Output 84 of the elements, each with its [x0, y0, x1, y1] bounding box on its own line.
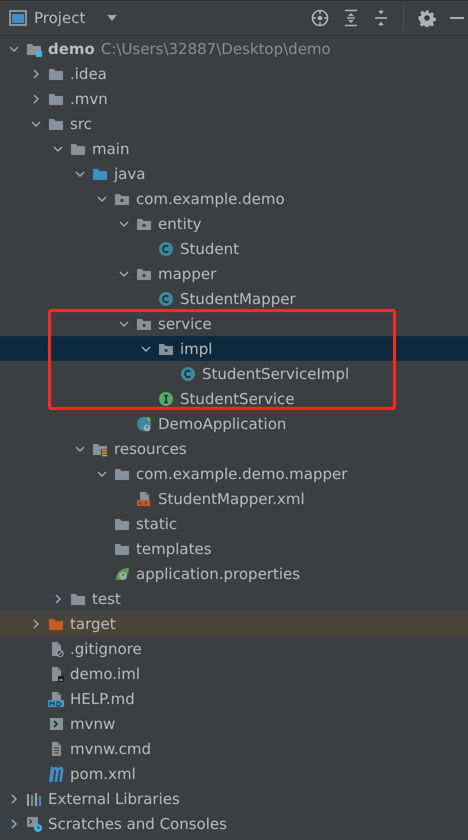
tree-row[interactable]: src: [0, 111, 468, 136]
item-label: static: [136, 514, 178, 532]
item-label: mapper: [158, 264, 216, 282]
window-icon: [9, 9, 27, 27]
tree-row[interactable]: DemoApplication: [0, 411, 468, 436]
expand-all-icon[interactable]: [343, 9, 359, 27]
item-label: DemoApplication: [158, 414, 286, 432]
tree-row[interactable]: static: [0, 511, 468, 536]
item-label: StudentServiceImpl: [202, 364, 350, 382]
item-label: service: [158, 314, 212, 332]
item-label: Student: [180, 240, 240, 258]
class-icon: [136, 416, 152, 432]
item-label: com.example.demo.mapper: [136, 464, 348, 482]
path-text: C:\Users\32887\Desktop\demo: [100, 40, 331, 58]
item-label: HELP.md: [70, 690, 135, 708]
class-icon: [180, 366, 196, 382]
tree-row[interactable]: service: [0, 311, 468, 336]
item-label: StudentMapper: [180, 290, 296, 308]
item-label: templates: [136, 540, 212, 558]
scratches-icon: [26, 816, 42, 832]
item-label: pom.xml: [70, 764, 136, 782]
item-label: External Libraries: [48, 790, 180, 808]
item-label: mvnw: [70, 714, 116, 732]
crosshair-icon[interactable]: [311, 9, 329, 27]
terminal-icon: [48, 716, 64, 732]
tree-row[interactable]: StudentMapper: [0, 286, 468, 311]
item-label: demo: [48, 40, 95, 58]
item-label: src: [70, 114, 92, 132]
item-label: target: [70, 614, 116, 632]
item-label: .gitignore: [70, 640, 142, 658]
interface-icon: [158, 390, 174, 406]
settings-icon[interactable]: [418, 9, 436, 27]
tree-row[interactable]: application.properties: [0, 561, 468, 586]
collapse-all-icon[interactable]: [373, 9, 389, 27]
item-label: Scratches and Consoles: [48, 814, 227, 832]
tree-row[interactable]: demo.iml: [0, 661, 468, 686]
tree-row[interactable]: com.example.demo: [0, 186, 468, 211]
class-icon: [158, 290, 174, 306]
tree-row[interactable]: test: [0, 586, 468, 611]
libraries-icon: [26, 790, 42, 806]
xml-file-icon: [136, 490, 152, 506]
tree-row[interactable]: mapper: [0, 261, 468, 286]
item-label: .mvn: [70, 90, 108, 108]
item-label: demo.iml: [70, 664, 140, 682]
item-label: StudentService: [180, 390, 294, 408]
tree-row[interactable]: mvnw.cmd: [0, 736, 468, 761]
leaf-icon: [114, 566, 130, 582]
markdown-file-icon: [48, 690, 64, 706]
tree-row[interactable]: .gitignore: [0, 636, 468, 661]
panel-title[interactable]: Project: [34, 9, 86, 27]
tree-row[interactable]: StudentService: [0, 386, 468, 411]
tree-row[interactable]: entity: [0, 211, 468, 236]
tree-row[interactable]: mvnw: [0, 711, 468, 736]
tree-row[interactable]: HELP.md: [0, 686, 468, 711]
maven-icon: [48, 766, 64, 782]
dropdown-caret-icon[interactable]: [106, 14, 118, 22]
item-label: com.example.demo: [136, 190, 285, 208]
tree-row[interactable]: Student: [0, 236, 468, 261]
tree-row[interactable]: target: [0, 611, 468, 636]
tree-row[interactable]: StudentServiceImpl: [0, 361, 468, 386]
tree-row[interactable]: Scratches and Consoles: [0, 811, 468, 836]
tree-row[interactable]: External Libraries: [0, 786, 468, 811]
tree-row[interactable]: pom.xml: [0, 761, 468, 786]
item-label: mvnw.cmd: [70, 740, 152, 758]
tree-row[interactable]: resources: [0, 436, 468, 461]
tree-row[interactable]: .idea: [0, 61, 468, 86]
item-label: StudentMapper.xml: [158, 490, 305, 508]
item-label: .idea: [70, 64, 107, 82]
item-label: java: [114, 164, 146, 182]
tree-row[interactable]: main: [0, 136, 468, 161]
tree-row[interactable]: demo C:\Users\32887\Desktop\demo: [0, 36, 468, 61]
item-label: application.properties: [136, 564, 300, 582]
tree-row[interactable]: templates: [0, 536, 468, 561]
tree-row[interactable]: impl: [0, 336, 468, 361]
item-label: main: [92, 140, 130, 158]
item-label: resources: [114, 440, 187, 458]
tree-row[interactable]: .mvn: [0, 86, 468, 111]
tree-row[interactable]: com.example.demo.mapper: [0, 461, 468, 486]
item-label: test: [92, 590, 121, 608]
tree-row[interactable]: java: [0, 161, 468, 186]
class-icon: [158, 240, 174, 256]
item-label: entity: [158, 214, 202, 232]
item-label: impl: [180, 340, 212, 358]
tree-row[interactable]: StudentMapper.xml: [0, 486, 468, 511]
